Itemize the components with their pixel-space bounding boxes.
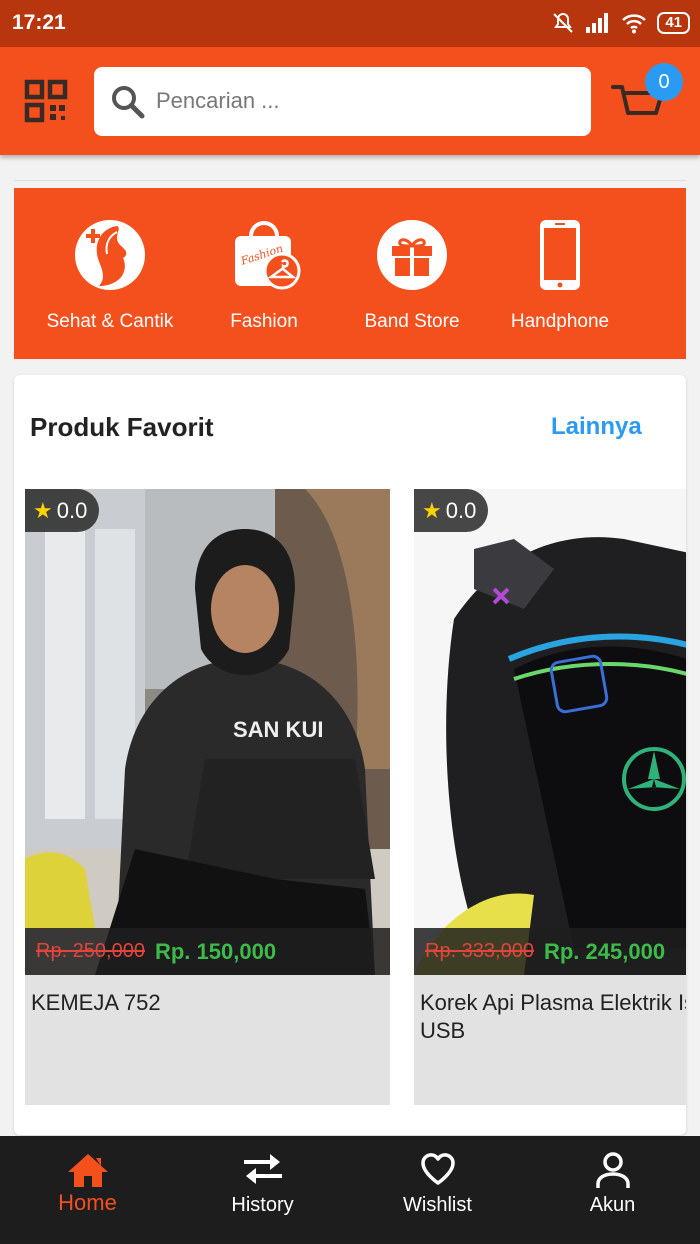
category-fashion[interactable]: Fashion Fashion xyxy=(190,218,338,333)
star-icon: ★ xyxy=(33,497,53,523)
favorites-section: Produk Favorit Lainnya SAN KUI ★ 0.0 Rp.… xyxy=(14,375,686,1135)
product-image xyxy=(414,489,686,975)
user-icon xyxy=(595,1152,630,1188)
category-label: E xyxy=(634,306,686,328)
category-sehat-cantik[interactable]: Sehat & Cantik xyxy=(36,218,184,333)
home-icon xyxy=(67,1154,108,1187)
nav-history[interactable]: History xyxy=(175,1136,350,1244)
new-price: Rp. 150,000 xyxy=(154,938,277,964)
category-label: Fashion xyxy=(230,311,298,332)
search-icon xyxy=(112,86,145,119)
product-card[interactable]: SAN KUI ★ 0.0 Rp. 250,000 Rp. 150,000 KE… xyxy=(25,489,390,1105)
nav-label: Wishlist xyxy=(403,1194,472,1216)
see-more-link[interactable]: Lainnya xyxy=(551,413,642,441)
star-icon: ★ xyxy=(422,497,442,523)
old-price: Rp. 250,000 xyxy=(36,940,145,962)
wifi-icon xyxy=(622,14,647,34)
price-bar: Rp. 250,000 Rp. 150,000 xyxy=(25,928,390,975)
nav-label: Home xyxy=(58,1190,117,1215)
nav-home[interactable]: Home xyxy=(0,1136,175,1244)
fashion-bag-icon: Fashion xyxy=(235,221,301,290)
nav-account[interactable]: Akun xyxy=(525,1136,700,1244)
section-title: Produk Favorit xyxy=(30,412,214,442)
search-bar[interactable] xyxy=(94,67,591,136)
mute-icon xyxy=(553,12,574,33)
svg-text:SAN KUI: SAN KUI xyxy=(233,717,323,742)
price-bar: Rp. 333,000 Rp. 245,000 xyxy=(414,928,686,975)
category-label: Handphone xyxy=(510,311,610,332)
rating-value: 0.0 xyxy=(56,497,88,523)
category-handphone[interactable]: Handphone xyxy=(486,218,634,333)
divider xyxy=(14,180,686,181)
product-name: KEMEJA 752 xyxy=(31,990,161,1015)
nav-label: History xyxy=(231,1194,294,1216)
status-icons: 41 xyxy=(551,11,690,35)
old-price: Rp. 333,000 xyxy=(425,940,534,962)
qr-code-icon[interactable] xyxy=(24,79,68,123)
rating-badge: ★ 0.0 xyxy=(25,489,100,532)
category-label: Sehat & Cantik xyxy=(46,311,174,332)
nav-wishlist[interactable]: Wishlist xyxy=(350,1136,525,1244)
category-label: Band Store xyxy=(364,311,460,332)
search-input[interactable] xyxy=(156,83,576,119)
bottom-navigation: Home History Wishlist Akun xyxy=(0,1136,700,1244)
category-partial[interactable]: E xyxy=(634,218,686,328)
status-time: 17:21 xyxy=(12,11,66,34)
battery-indicator: 41 xyxy=(657,12,690,34)
new-price: Rp. 245,000 xyxy=(543,938,666,964)
status-bar: 17:21 41 xyxy=(0,0,700,47)
beauty-icon xyxy=(75,220,145,290)
product-card[interactable]: ★ 0.0 Rp. 333,000 Rp. 245,000 Korek Api … xyxy=(414,489,686,1105)
category-band-store[interactable]: Band Store xyxy=(338,218,486,333)
cart-count-badge[interactable]: 0 xyxy=(645,63,683,101)
gift-icon xyxy=(377,220,447,290)
phone-icon xyxy=(540,220,580,290)
product-name: Korek Api Plasma Elektrik Isi ulang USB xyxy=(420,990,686,1043)
nav-label: Akun xyxy=(589,1194,636,1216)
category-strip: Sehat & Cantik Fashion Fashion Band Stor… xyxy=(14,188,686,359)
heart-icon xyxy=(420,1153,455,1185)
rating-value: 0.0 xyxy=(445,497,477,523)
swap-arrows-icon xyxy=(243,1154,282,1184)
app-header: 0 xyxy=(0,47,700,155)
rating-badge: ★ 0.0 xyxy=(414,489,489,532)
signal-icon xyxy=(586,13,609,33)
product-image: SAN KUI xyxy=(25,489,390,975)
